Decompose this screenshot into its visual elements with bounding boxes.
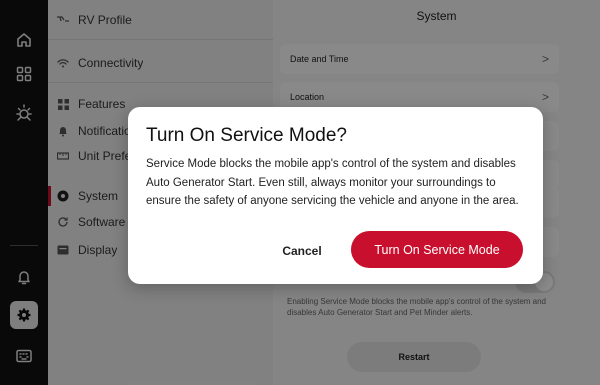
dialog-body: Service Mode blocks the mobile app's con… xyxy=(146,158,519,207)
service-mode-dialog: Turn On Service Mode? Service Mode block… xyxy=(128,107,543,284)
turn-on-service-mode-button[interactable]: Turn On Service Mode xyxy=(351,231,523,268)
cancel-button[interactable]: Cancel xyxy=(278,233,326,269)
dialog-title: Turn On Service Mode? xyxy=(146,125,347,146)
